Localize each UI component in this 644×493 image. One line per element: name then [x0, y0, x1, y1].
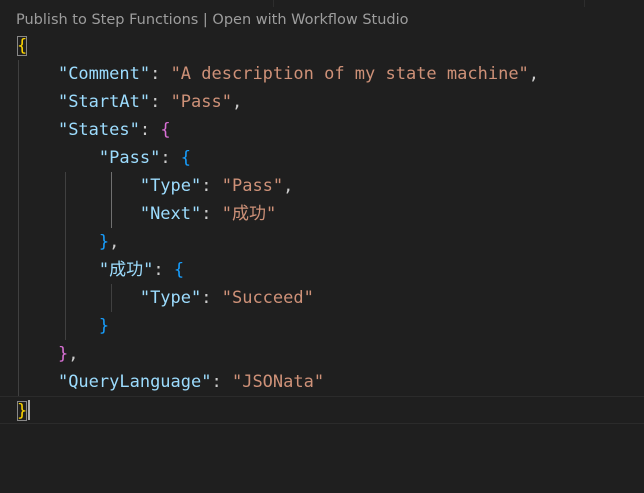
opening-brace: {	[180, 148, 192, 168]
closing-brace: }	[98, 232, 110, 252]
code-line: {	[0, 32, 644, 60]
json-string: "Succeed"	[221, 288, 314, 308]
editor-tab-edge[interactable]	[274, 0, 585, 7]
colon: :	[153, 260, 174, 280]
comma: ,	[109, 232, 120, 252]
colon: :	[201, 176, 222, 196]
tab-strip-edge	[0, 0, 644, 7]
comma: ,	[68, 344, 79, 364]
code-line: "StartAt": "Pass",	[0, 88, 644, 116]
closing-brace: }	[98, 316, 110, 336]
comma: ,	[283, 176, 294, 196]
json-key: "Comment"	[57, 64, 151, 84]
code-line: "States": {	[0, 116, 644, 144]
json-key: "States"	[57, 120, 140, 140]
opening-brace: {	[17, 36, 28, 56]
json-key: "QueryLanguage"	[57, 372, 212, 392]
codelens-bar: Publish to Step Functions | Open with Wo…	[16, 9, 409, 31]
closing-brace: }	[57, 344, 69, 364]
text-cursor	[28, 400, 30, 420]
json-string: "Pass"	[221, 176, 284, 196]
code-line: }	[0, 312, 644, 340]
code-line: "成功": {	[0, 256, 644, 284]
code-line: "Type": "Pass",	[0, 172, 644, 200]
colon: :	[201, 204, 222, 224]
colon: :	[150, 64, 171, 84]
comma: ,	[528, 64, 540, 84]
closing-brace: }	[17, 401, 28, 421]
json-key: "Type"	[139, 176, 202, 196]
code-line: "Pass": {	[0, 144, 644, 172]
code-line: "QueryLanguage": "JSONata"	[0, 368, 644, 396]
json-string: "成功"	[221, 204, 277, 224]
publish-to-step-functions-link[interactable]: Publish to Step Functions	[16, 12, 198, 28]
json-key: "Next"	[139, 204, 202, 224]
code-line: },	[0, 340, 644, 368]
code-line: "Type": "Succeed"	[0, 284, 644, 312]
code-line: },	[0, 228, 644, 256]
codelens-separator: |	[198, 12, 213, 28]
open-with-workflow-studio-link[interactable]: Open with Workflow Studio	[212, 12, 408, 28]
json-string: "Pass"	[170, 92, 232, 112]
colon: :	[160, 148, 181, 168]
editor-tab-edge[interactable]	[0, 0, 274, 7]
opening-brace: {	[160, 120, 171, 140]
json-key: "StartAt"	[57, 92, 151, 112]
code-line: "Next": "成功"	[0, 200, 644, 228]
json-key: "Type"	[139, 288, 202, 308]
colon: :	[201, 288, 222, 308]
json-string: "JSONata"	[231, 372, 325, 392]
current-code-line: }	[0, 396, 644, 424]
colon: :	[139, 120, 161, 140]
colon: :	[150, 92, 171, 112]
json-string: "A description of my state machine"	[170, 64, 529, 84]
code-editor[interactable]: { "Comment": "A description of my state …	[0, 32, 644, 493]
colon: :	[211, 372, 232, 392]
code-line: "Comment": "A description of my state ma…	[0, 60, 644, 88]
json-key: "Pass"	[98, 148, 161, 168]
json-key: "成功"	[98, 260, 154, 280]
opening-brace: {	[173, 260, 185, 280]
comma: ,	[231, 92, 243, 112]
